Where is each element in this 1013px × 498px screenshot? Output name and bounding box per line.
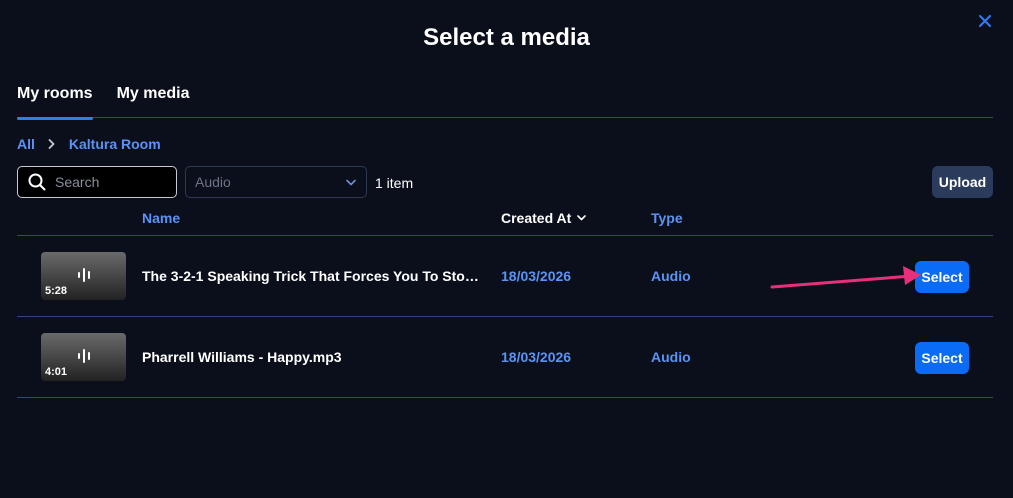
table-row[interactable]: 4:01 Pharrell Williams - Happy.mp3 18/03… <box>17 317 993 398</box>
media-type-select-value: Audio <box>195 174 231 190</box>
media-created-at: 18/03/2026 <box>501 349 572 365</box>
table-row[interactable]: 5:28 The 3-2-1 Speaking Trick That Force… <box>17 236 993 317</box>
item-count: 1 item <box>375 175 414 191</box>
media-name: Pharrell Williams - Happy.mp3 <box>142 349 342 365</box>
chevron-down-icon <box>346 179 356 185</box>
select-button[interactable]: Select <box>915 342 969 374</box>
search-input[interactable] <box>55 174 165 190</box>
media-thumbnail: 4:01 <box>41 333 126 381</box>
audio-waveform-icon <box>78 268 90 282</box>
duration-label: 5:28 <box>45 285 68 297</box>
select-button[interactable]: Select <box>915 261 969 293</box>
media-thumbnail: 5:28 <box>41 252 126 300</box>
table-header: Name Created At Type <box>17 200 993 236</box>
breadcrumb-all[interactable]: All <box>17 136 35 152</box>
media-type: Audio <box>651 349 691 365</box>
search-field[interactable] <box>17 166 177 198</box>
tab-my-rooms[interactable]: My rooms <box>17 84 93 120</box>
media-type-select[interactable]: Audio <box>185 166 367 198</box>
media-name: The 3-2-1 Speaking Trick That Forces You… <box>142 268 482 284</box>
media-type: Audio <box>651 268 691 284</box>
upload-button[interactable]: Upload <box>932 166 993 198</box>
media-created-at: 18/03/2026 <box>501 268 572 284</box>
column-header-created-at-label: Created At <box>501 210 572 226</box>
dialog-title: Select a media <box>423 24 590 51</box>
duration-label: 4:01 <box>45 366 68 378</box>
breadcrumb-kaltura-room[interactable]: Kaltura Room <box>69 136 161 152</box>
column-header-created-at[interactable]: Created At <box>501 210 587 226</box>
breadcrumb: All Kaltura Room <box>17 135 161 153</box>
search-icon <box>28 173 46 191</box>
chevron-right-icon <box>48 139 55 149</box>
column-header-type[interactable]: Type <box>651 210 683 226</box>
tab-my-media[interactable]: My media <box>117 84 190 118</box>
audio-waveform-icon <box>78 349 90 363</box>
tab-bar: My rooms My media <box>17 84 993 120</box>
sort-desc-icon <box>577 215 587 221</box>
column-header-name[interactable]: Name <box>142 210 180 226</box>
